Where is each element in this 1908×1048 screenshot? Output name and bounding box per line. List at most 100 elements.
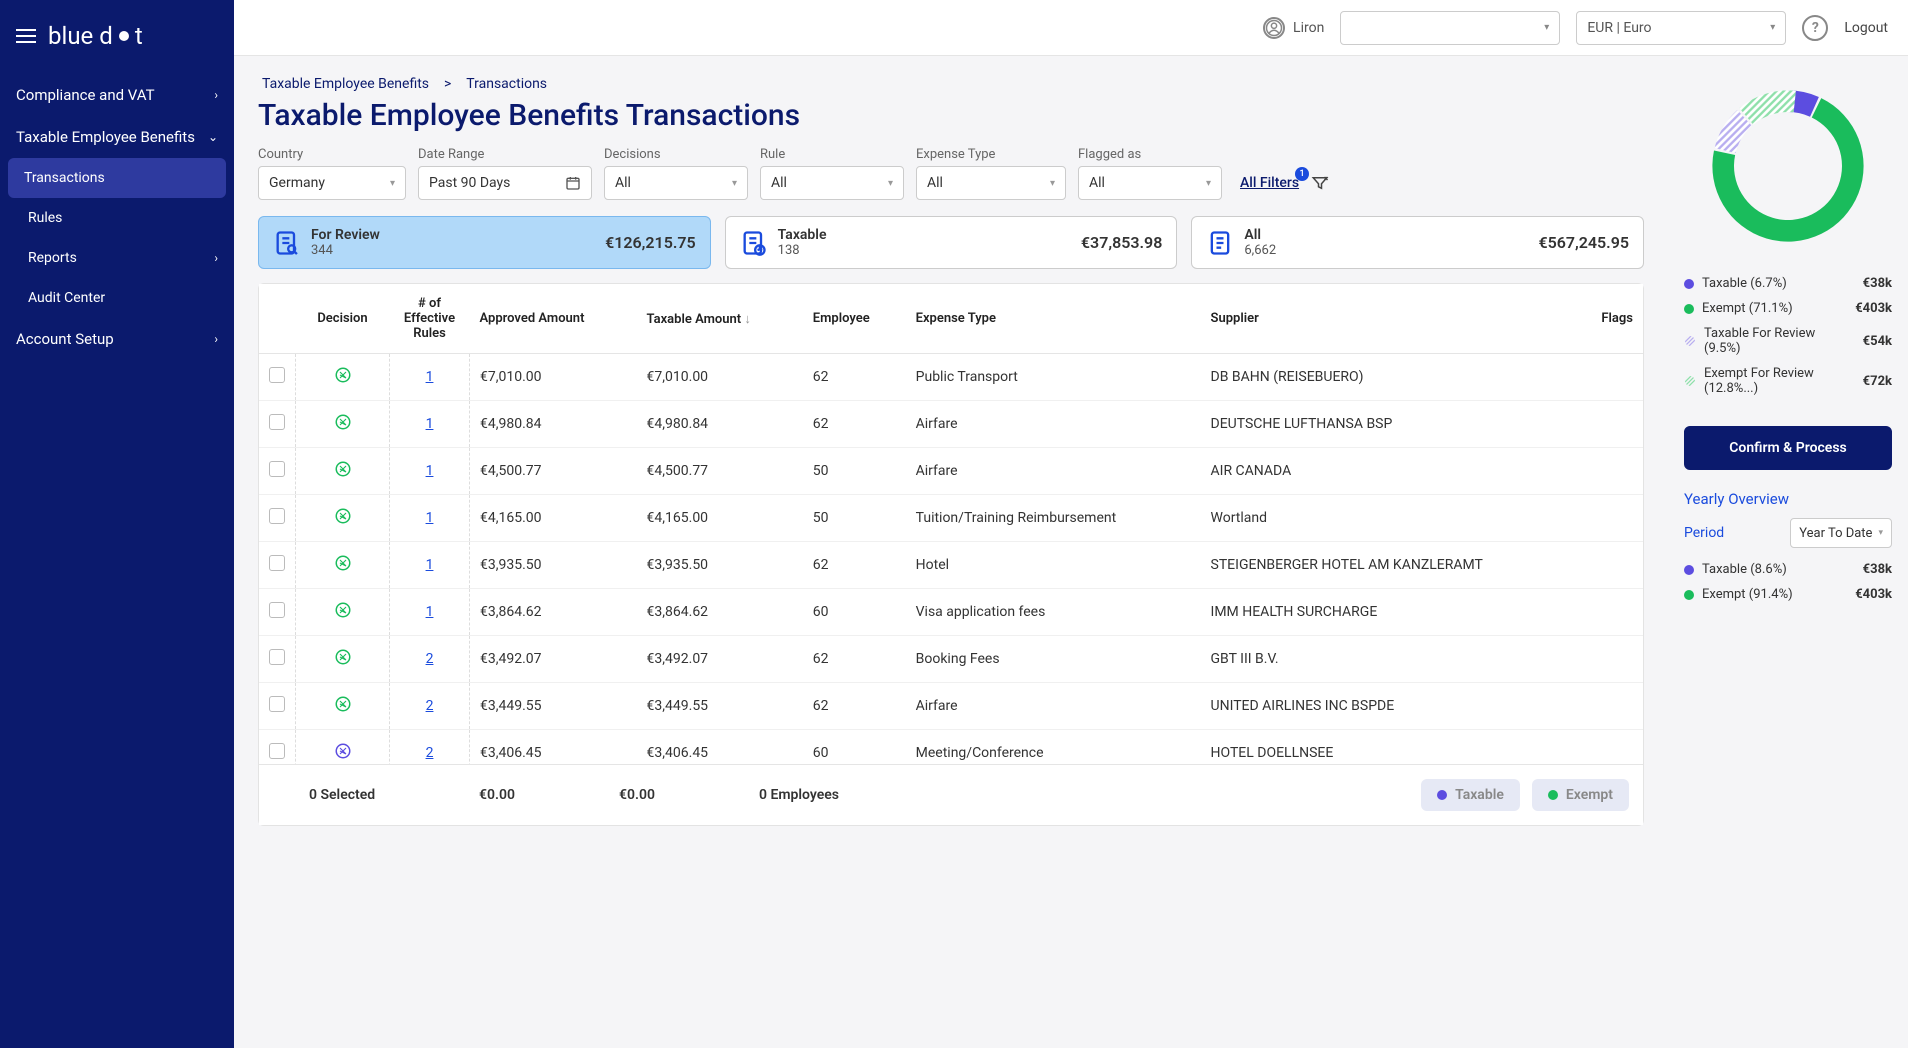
table-row[interactable]: 1€4,980.84€4,980.8462AirfareDEUTSCHE LUF…	[259, 401, 1643, 448]
breadcrumb: Taxable Employee Benefits > Transactions	[258, 76, 1644, 92]
yearly-legend-item: Exempt (91.4%)€403k	[1684, 587, 1892, 602]
decision-icon	[334, 648, 352, 666]
filter-label-flagged: Flagged as	[1078, 147, 1222, 162]
decision-icon	[334, 366, 352, 384]
rules-link[interactable]: 2	[426, 698, 434, 714]
col-decision[interactable]: Decision	[296, 284, 390, 354]
filter-decisions[interactable]: All▾	[604, 166, 748, 200]
rules-link[interactable]: 1	[426, 510, 434, 526]
legend-item: Taxable (6.7%)€38k	[1684, 276, 1892, 291]
col-supplier[interactable]: Supplier	[1201, 284, 1592, 354]
col-approved[interactable]: Approved Amount	[470, 284, 637, 354]
col-taxable[interactable]: Taxable Amount ↓	[637, 284, 803, 354]
summary-card-review[interactable]: For Review344 €126,215.75	[258, 216, 711, 269]
legend-item: Exempt (71.1%)€403k	[1684, 301, 1892, 316]
rules-link[interactable]: 1	[426, 369, 434, 385]
page-title: Taxable Employee Benefits Transactions	[258, 98, 1644, 133]
table-row[interactable]: 1€7,010.00€7,010.0062Public TransportDB …	[259, 354, 1643, 401]
donut-chart	[1684, 76, 1892, 256]
sidebar: bluedt Compliance and VAT›Taxable Employ…	[0, 0, 234, 1048]
footer-selected: 0 Selected	[309, 787, 479, 803]
legend-item: Exempt For Review (12.8%...)€72k	[1684, 366, 1892, 396]
currency-selector[interactable]: EUR | Euro▾	[1576, 11, 1786, 45]
row-checkbox[interactable]	[269, 602, 285, 618]
transactions-table: Decision # of Effective Rules Approved A…	[258, 283, 1644, 826]
table-row[interactable]: 2€3,406.45€3,406.4560Meeting/ConferenceH…	[259, 730, 1643, 765]
filter-country[interactable]: Germany▾	[258, 166, 406, 200]
sidebar-item-audit-center[interactable]: Audit Center	[0, 278, 234, 318]
row-checkbox[interactable]	[269, 555, 285, 571]
legend-item: Taxable For Review (9.5%)€54k	[1684, 326, 1892, 356]
help-icon[interactable]: ?	[1802, 15, 1828, 41]
logout-link[interactable]: Logout	[1844, 20, 1888, 36]
table-row[interactable]: 1€3,935.50€3,935.5062HotelSTEIGENBERGER …	[259, 542, 1643, 589]
row-checkbox[interactable]	[269, 696, 285, 712]
sidebar-item-compliance-and-vat[interactable]: Compliance and VAT›	[0, 74, 234, 116]
filter-count-badge: 1	[1295, 167, 1309, 181]
filter-date-range[interactable]: Past 90 Days	[418, 166, 592, 200]
row-checkbox[interactable]	[269, 649, 285, 665]
row-checkbox[interactable]	[269, 461, 285, 477]
filter-flagged-as[interactable]: All▾	[1078, 166, 1222, 200]
summary-card-taxable[interactable]: Taxable138 €37,853.98	[725, 216, 1178, 269]
col-rules[interactable]: # of Effective Rules	[390, 284, 470, 354]
row-checkbox[interactable]	[269, 367, 285, 383]
summary-card-all[interactable]: All6,662 €567,245.95	[1191, 216, 1644, 269]
yearly-overview-title: Yearly Overview	[1684, 490, 1892, 508]
decision-icon	[334, 460, 352, 478]
sidebar-item-reports[interactable]: Reports›	[0, 238, 234, 278]
taxable-icon	[740, 229, 768, 257]
col-expense[interactable]: Expense Type	[906, 284, 1201, 354]
sidebar-item-taxable-employee-benefits[interactable]: Taxable Employee Benefits⌄	[0, 116, 234, 158]
filter-label-decisions: Decisions	[604, 147, 748, 162]
row-checkbox[interactable]	[269, 508, 285, 524]
filter-label-country: Country	[258, 147, 406, 162]
decision-icon	[334, 507, 352, 525]
rules-link[interactable]: 2	[426, 651, 434, 667]
filter-rule[interactable]: All▾	[760, 166, 904, 200]
sidebar-item-rules[interactable]: Rules	[0, 198, 234, 238]
rules-link[interactable]: 2	[426, 745, 434, 761]
decision-icon	[334, 695, 352, 713]
company-selector[interactable]: ▾	[1340, 11, 1560, 45]
user-display[interactable]: Liron	[1263, 17, 1324, 39]
filter-label-date: Date Range	[418, 147, 592, 162]
period-label: Period	[1684, 525, 1724, 541]
col-flags[interactable]: Flags	[1591, 284, 1643, 354]
table-row[interactable]: 1€3,864.62€3,864.6260Visa application fe…	[259, 589, 1643, 636]
filter-label-expense: Expense Type	[916, 147, 1066, 162]
topbar: Liron ▾ EUR | Euro▾ ? Logout	[234, 0, 1908, 56]
hamburger-icon[interactable]	[16, 29, 36, 43]
col-employee[interactable]: Employee	[803, 284, 906, 354]
decision-icon	[334, 601, 352, 619]
sidebar-item-transactions[interactable]: Transactions	[8, 158, 226, 198]
all-filters-link[interactable]: All Filters 1	[1240, 175, 1299, 191]
table-row[interactable]: 1€4,500.77€4,500.7750AirfareAIR CANADA	[259, 448, 1643, 495]
mark-taxable-button[interactable]: Taxable	[1421, 779, 1520, 811]
table-row[interactable]: 1€4,165.00€4,165.0050Tuition/Training Re…	[259, 495, 1643, 542]
decision-icon	[334, 742, 352, 760]
row-checkbox[interactable]	[269, 414, 285, 430]
breadcrumb-current: Transactions	[466, 76, 547, 92]
footer-approved-sum: €0.00	[479, 787, 619, 803]
yearly-legend-item: Taxable (8.6%)€38k	[1684, 562, 1892, 577]
filter-label-rule: Rule	[760, 147, 904, 162]
rules-link[interactable]: 1	[426, 604, 434, 620]
confirm-process-button[interactable]: Confirm & Process	[1684, 426, 1892, 470]
clear-filter-icon[interactable]	[1311, 174, 1329, 192]
mark-exempt-button[interactable]: Exempt	[1532, 779, 1629, 811]
decision-icon	[334, 413, 352, 431]
footer-taxable-sum: €0.00	[619, 787, 759, 803]
breadcrumb-root[interactable]: Taxable Employee Benefits	[262, 76, 429, 92]
rules-link[interactable]: 1	[426, 557, 434, 573]
row-checkbox[interactable]	[269, 743, 285, 759]
table-row[interactable]: 2€3,492.07€3,492.0762Booking FeesGBT III…	[259, 636, 1643, 683]
rules-link[interactable]: 1	[426, 463, 434, 479]
period-selector[interactable]: Year To Date▾	[1790, 518, 1892, 548]
review-icon	[273, 229, 301, 257]
sidebar-item-account-setup[interactable]: Account Setup›	[0, 318, 234, 360]
all-icon	[1206, 229, 1234, 257]
filter-expense-type[interactable]: All▾	[916, 166, 1066, 200]
table-row[interactable]: 2€3,449.55€3,449.5562AirfareUNITED AIRLI…	[259, 683, 1643, 730]
rules-link[interactable]: 1	[426, 416, 434, 432]
